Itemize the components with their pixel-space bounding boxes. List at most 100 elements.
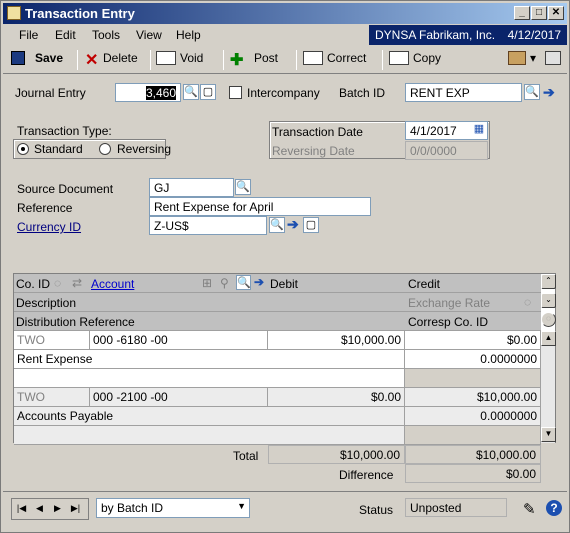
account-find-icon[interactable]: ⚲	[220, 276, 229, 290]
print-icon[interactable]	[545, 51, 565, 65]
header-credit: Credit	[408, 277, 441, 291]
row2-coid[interactable]: TWO	[14, 388, 90, 407]
account-go-arrow-icon[interactable]: ➔	[254, 275, 264, 289]
void-button[interactable]: Void	[156, 51, 203, 65]
difference-value: $0.00	[405, 464, 541, 483]
distribution-grid: Co. ID ◌ ⇄ Account ⊞ ⚲ 🔍 ➔ Debit Credit …	[13, 273, 556, 445]
reversing-radio[interactable]	[99, 143, 111, 155]
company-name: DYNSA Fabrikam, Inc.	[375, 28, 496, 42]
intercompany-label: Intercompany	[247, 86, 320, 100]
delete-button[interactable]: ✕ Delete	[85, 51, 138, 69]
row1-credit[interactable]: $0.00	[405, 331, 541, 350]
batch-id-field[interactable]: RENT EXP	[405, 83, 522, 102]
next-record-icon[interactable]: ▶	[50, 501, 65, 517]
toolbar-separator	[296, 50, 297, 70]
copy-button[interactable]: Copy	[389, 51, 441, 65]
journal-entry-field[interactable]: 3,460	[115, 83, 181, 102]
transaction-date-label: Transaction Date	[272, 125, 363, 139]
correct-button[interactable]: Correct	[303, 51, 366, 65]
currency-go-arrow-icon[interactable]: ➔	[287, 216, 299, 233]
scroll-up-icon[interactable]: ▲	[541, 331, 556, 346]
last-record-icon[interactable]: ▶|	[68, 501, 83, 517]
scroll-down-icon[interactable]: ▼	[541, 427, 556, 442]
header-debit: Debit	[270, 277, 299, 291]
journal-lookup-icon[interactable]: 🔍	[183, 84, 199, 100]
row1-description[interactable]: Rent Expense	[14, 350, 405, 369]
menu-view[interactable]: View	[136, 28, 162, 42]
row1-coid[interactable]: TWO	[14, 331, 90, 350]
correct-icon	[303, 51, 323, 65]
menu-tools[interactable]: Tools	[92, 28, 120, 42]
row2-credit[interactable]: $10,000.00	[405, 388, 541, 407]
menu-file[interactable]: File	[19, 28, 38, 42]
grid-header-row-3: Distribution Reference Corresp Co. ID	[14, 312, 541, 331]
currency-id-link[interactable]: Currency ID	[17, 220, 81, 234]
row2-distribution-reference[interactable]	[14, 426, 405, 445]
title-bar: Transaction Entry _ □ ✕	[3, 3, 567, 24]
note-icon[interactable]: ✎	[523, 500, 536, 518]
delete-icon: ✕	[85, 52, 99, 69]
batch-go-arrow-icon[interactable]: ➔	[543, 84, 555, 101]
sort-by-select[interactable]: by Batch ID ▼	[96, 498, 250, 518]
reference-field[interactable]: Rent Expense for April	[149, 197, 371, 216]
transaction-entry-window: Transaction Entry _ □ ✕ File Edit Tools …	[0, 0, 570, 533]
menu-edit[interactable]: Edit	[55, 28, 76, 42]
save-button[interactable]: Save	[11, 51, 63, 65]
coid-lookup-icon[interactable]: ◌	[54, 276, 61, 290]
collapse-rows-icon[interactable]: ⌄	[541, 293, 556, 308]
intercompany-checkbox[interactable]	[229, 86, 242, 99]
account-expand-icon[interactable]: ⊞	[202, 276, 212, 290]
currency-id-field[interactable]: Z-US$	[149, 216, 267, 235]
toolbar: Save ✕ Delete Void ✚ Post Correct Copy ▾	[3, 46, 567, 74]
source-lookup-icon[interactable]: 🔍	[235, 179, 251, 195]
grid-header-row-2: Description Exchange Rate ◌	[14, 293, 541, 312]
header-corresp-coid: Corresp Co. ID	[408, 315, 489, 329]
header-description: Description	[16, 296, 77, 310]
user-date: 4/12/2017	[507, 28, 561, 42]
close-button[interactable]: ✕	[548, 6, 564, 20]
grid-vertical-scrollbar[interactable]: ▲ ▼	[540, 331, 556, 443]
previous-record-icon[interactable]: ◀	[32, 501, 47, 517]
toolbar-separator	[382, 50, 383, 70]
row1-distribution-reference[interactable]	[14, 369, 405, 388]
row1-corresp-coid	[405, 369, 541, 388]
row2-description[interactable]: Accounts Payable	[14, 407, 405, 426]
copy-icon	[389, 51, 409, 65]
calendar-icon[interactable]: ▦	[471, 122, 487, 138]
source-document-field[interactable]: GJ	[149, 178, 234, 197]
status-value: Unposted	[405, 498, 507, 517]
total-credit: $10,000.00	[405, 445, 541, 464]
row2-debit[interactable]: $0.00	[268, 388, 405, 407]
row2-account[interactable]: 000 -2100 -00	[90, 388, 268, 407]
coid-arrow-icon[interactable]: ⇄	[72, 276, 82, 290]
expand-rows-icon[interactable]: ⌃	[541, 274, 556, 289]
header-exchange-rate: Exchange Rate	[408, 296, 491, 310]
account-lookup-icon[interactable]: 🔍	[236, 275, 251, 290]
reversing-date-label: Reversing Date	[272, 144, 355, 158]
minimize-button[interactable]: _	[514, 6, 530, 20]
batch-lookup-icon[interactable]: 🔍	[524, 84, 540, 100]
first-record-icon[interactable]: |◀	[14, 501, 29, 517]
batch-id-label: Batch ID	[339, 86, 386, 100]
header-account-link[interactable]: Account	[91, 277, 134, 291]
header-coid: Co. ID	[16, 277, 51, 291]
dropdown-arrow-icon: ▼	[237, 501, 246, 511]
app-icon	[7, 6, 21, 20]
journal-new-icon[interactable]: ▢	[200, 84, 216, 100]
currency-new-icon[interactable]: ▢	[303, 217, 319, 233]
row1-debit[interactable]: $10,000.00	[268, 331, 405, 350]
row1-account[interactable]: 000 -6180 -00	[90, 331, 268, 350]
post-button[interactable]: ✚ Post	[230, 51, 278, 69]
total-debit: $10,000.00	[268, 445, 405, 464]
corresp-lookup-icon[interactable]: ◌	[541, 312, 556, 327]
rate-lookup-icon[interactable]: ◌	[524, 295, 531, 309]
footer-bar: |◀ ◀ ▶ ▶| by Batch ID ▼ Status Unposted …	[3, 491, 567, 531]
options-menu-icon[interactable]: ▾	[508, 51, 536, 65]
standard-radio[interactable]	[17, 143, 29, 155]
reversing-date-field: 0/0/0000	[405, 141, 488, 160]
currency-lookup-icon[interactable]: 🔍	[269, 217, 285, 233]
maximize-button[interactable]: □	[531, 6, 547, 20]
menu-help[interactable]: Help	[176, 28, 201, 42]
help-icon[interactable]: ?	[546, 500, 562, 516]
void-icon	[156, 51, 176, 65]
